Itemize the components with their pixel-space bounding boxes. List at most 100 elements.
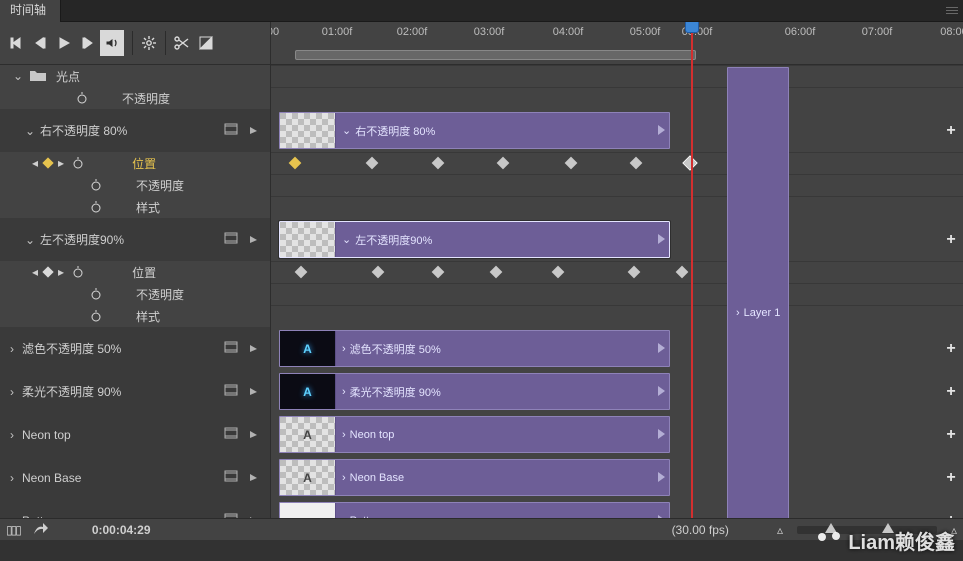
play-icon[interactable] bbox=[52, 30, 76, 56]
prev-key-icon[interactable]: ◂ bbox=[32, 156, 38, 170]
filmstrip-icon[interactable] bbox=[224, 513, 238, 518]
fx-icon[interactable] bbox=[248, 342, 258, 356]
fx-icon[interactable] bbox=[248, 428, 258, 442]
layer-row-l90[interactable]: ⌄ 左不透明度90% bbox=[0, 218, 270, 261]
next-key-icon[interactable]: ▸ bbox=[58, 156, 64, 170]
add-keyframe-button[interactable]: + bbox=[939, 370, 963, 413]
step-back-icon[interactable] bbox=[28, 30, 52, 56]
prop-row-opacity[interactable]: 不透明度 bbox=[0, 174, 270, 196]
clip-handle-icon[interactable] bbox=[658, 124, 666, 138]
stopwatch-icon[interactable] bbox=[90, 201, 102, 213]
playhead-handle-icon[interactable] bbox=[685, 22, 699, 33]
collapse-icon[interactable]: ⌄ bbox=[24, 124, 36, 138]
zoom-out-icon[interactable]: ▵ bbox=[777, 523, 783, 537]
keyframe[interactable] bbox=[295, 266, 308, 279]
keyframe[interactable] bbox=[628, 266, 641, 279]
add-keyframe-button[interactable]: + bbox=[939, 456, 963, 499]
tab-timeline[interactable]: 时间轴 bbox=[0, 0, 61, 22]
clip-r80[interactable]: ⌄右不透明度 80% bbox=[279, 112, 670, 149]
filmstrip-icon[interactable] bbox=[224, 123, 238, 138]
next-key-icon[interactable]: ▸ bbox=[58, 265, 64, 279]
keyframe[interactable] bbox=[366, 157, 379, 170]
add-keyframe-button[interactable]: + bbox=[939, 499, 963, 518]
group-opacity-row[interactable]: 不透明度 bbox=[0, 87, 270, 109]
clip-neonbase[interactable]: A ›Neon Base bbox=[279, 459, 670, 496]
render-queue-icon[interactable]: ▯▯▯ bbox=[6, 523, 20, 537]
prev-key-icon[interactable]: ◂ bbox=[32, 265, 38, 279]
keyframe[interactable] bbox=[497, 157, 510, 170]
keyframe[interactable] bbox=[490, 266, 503, 279]
fx-icon[interactable] bbox=[248, 385, 258, 399]
keyframe[interactable] bbox=[565, 157, 578, 170]
watermark: Liam赖俊鑫 bbox=[816, 526, 955, 555]
transition-icon[interactable] bbox=[194, 30, 218, 56]
time-ruler[interactable]: 0001:00f02:00f03:00f04:00f05:00f05:00f06… bbox=[271, 22, 963, 65]
stopwatch-icon[interactable] bbox=[72, 266, 84, 278]
clip-pattern[interactable]: ›Pattern bbox=[279, 502, 670, 518]
prop-row-position[interactable]: ◂ ▸ 位置 bbox=[0, 261, 270, 283]
settings-icon[interactable] bbox=[137, 30, 161, 56]
add-keyframe-button[interactable]: + bbox=[939, 109, 963, 152]
keyframe-icon[interactable] bbox=[42, 157, 53, 168]
add-keyframe-button[interactable]: + bbox=[939, 413, 963, 456]
prop-row-style[interactable]: 样式 bbox=[0, 305, 270, 327]
fx-icon[interactable] bbox=[248, 471, 258, 485]
clip-softlight[interactable]: A ›柔光不透明度 90% bbox=[279, 373, 670, 410]
layer-row-screen[interactable]: › 滤色不透明度 50% bbox=[0, 327, 270, 370]
filmstrip-icon[interactable] bbox=[224, 341, 238, 356]
audio-icon[interactable] bbox=[100, 30, 124, 56]
keyframe[interactable] bbox=[552, 266, 565, 279]
clip-screen[interactable]: A ›滤色不透明度 50% bbox=[279, 330, 670, 367]
layer-row-neonbase[interactable]: › Neon Base bbox=[0, 456, 270, 499]
stopwatch-icon[interactable] bbox=[72, 157, 84, 169]
playhead[interactable] bbox=[691, 22, 693, 518]
collapse-icon[interactable]: ⌄ bbox=[12, 69, 24, 83]
stopwatch-icon[interactable] bbox=[90, 179, 102, 191]
add-keyframe-button[interactable]: + bbox=[939, 218, 963, 261]
stopwatch-icon[interactable] bbox=[90, 310, 102, 322]
group-row[interactable]: ⌄ 光点 bbox=[0, 65, 270, 87]
goto-start-icon[interactable] bbox=[4, 30, 28, 56]
timecode[interactable]: 0:00:04:29 bbox=[92, 523, 151, 537]
clip-expand-icon[interactable]: ⌄ bbox=[342, 233, 351, 246]
filmstrip-icon[interactable] bbox=[224, 470, 238, 485]
transport-bar bbox=[0, 22, 270, 65]
layer-row-pattern[interactable]: › Pattern bbox=[0, 499, 270, 518]
fx-icon[interactable] bbox=[248, 233, 258, 247]
ruler-tick: 02:00f bbox=[397, 26, 428, 38]
stopwatch-icon[interactable] bbox=[90, 288, 102, 300]
layer-row-softlight[interactable]: › 柔光不透明度 90% bbox=[0, 370, 270, 413]
stopwatch-icon[interactable] bbox=[76, 92, 88, 104]
clip-neontop[interactable]: A ›Neon top bbox=[279, 416, 670, 453]
prop-row-style[interactable]: 样式 bbox=[0, 196, 270, 218]
prop-row-opacity[interactable]: 不透明度 bbox=[0, 283, 270, 305]
keyframe[interactable] bbox=[432, 157, 445, 170]
clip-expand-icon[interactable]: ⌄ bbox=[342, 124, 351, 137]
layer-row-neontop[interactable]: › Neon top bbox=[0, 413, 270, 456]
keyframe[interactable] bbox=[432, 266, 445, 279]
clip-l90[interactable]: ⌄左不透明度90% bbox=[279, 221, 670, 258]
keyframe[interactable] bbox=[684, 157, 697, 170]
keyframe[interactable] bbox=[676, 266, 689, 279]
fx-icon[interactable] bbox=[248, 124, 258, 138]
step-forward-icon[interactable] bbox=[76, 30, 100, 56]
clip-label: Neon top bbox=[350, 429, 395, 441]
collapse-icon[interactable]: ⌄ bbox=[24, 233, 36, 247]
panel-menu-icon[interactable] bbox=[941, 0, 963, 22]
keyframe[interactable] bbox=[630, 157, 643, 170]
layer-row-r80[interactable]: ⌄ 右不透明度 80% bbox=[0, 109, 270, 152]
keyframe[interactable] bbox=[372, 266, 385, 279]
work-area-bar[interactable] bbox=[295, 50, 696, 60]
keyframe[interactable] bbox=[289, 157, 302, 170]
clip-handle-icon[interactable] bbox=[658, 233, 666, 247]
share-icon[interactable] bbox=[34, 522, 48, 537]
filmstrip-icon[interactable] bbox=[224, 384, 238, 399]
fx-icon[interactable] bbox=[248, 514, 258, 519]
add-keyframe-button[interactable]: + bbox=[939, 327, 963, 370]
keyframe-icon[interactable] bbox=[42, 266, 53, 277]
clip-layer1[interactable]: ›Layer 1 bbox=[727, 67, 789, 518]
split-icon[interactable] bbox=[170, 30, 194, 56]
filmstrip-icon[interactable] bbox=[224, 427, 238, 442]
filmstrip-icon[interactable] bbox=[224, 232, 238, 247]
prop-row-position[interactable]: ◂ ▸ 位置 bbox=[0, 152, 270, 174]
